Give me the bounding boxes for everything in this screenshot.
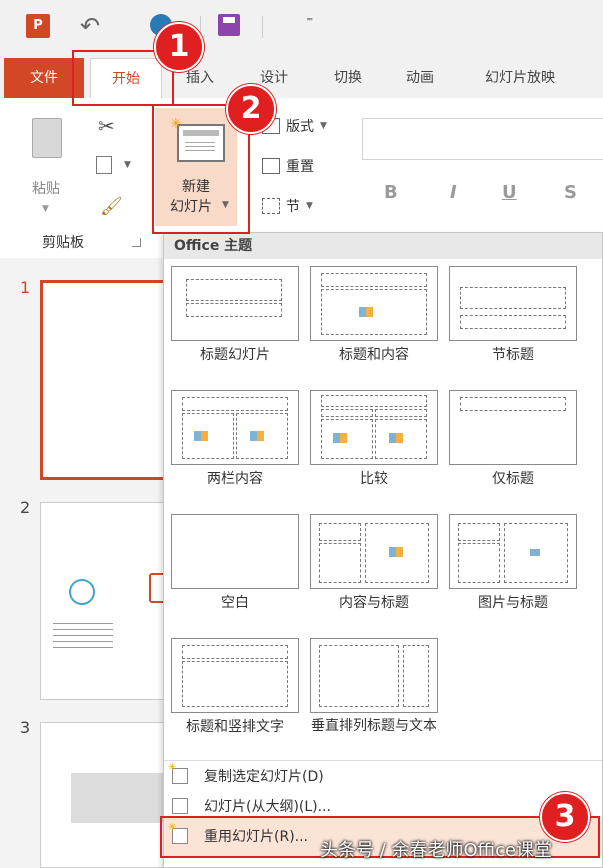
section-button[interactable]: 节 (286, 196, 300, 216)
customize-toolbar-icon[interactable]: ⁼ (306, 14, 313, 30)
format-painter-icon[interactable]: 🖌 (100, 196, 123, 217)
italic-button[interactable]: I (450, 182, 457, 203)
toolbar-divider (262, 16, 263, 38)
tab-slideshow[interactable]: 幻灯片放映 (470, 58, 570, 98)
underline-button[interactable]: U (502, 182, 517, 203)
slides-from-outline-icon (172, 798, 188, 814)
reset-icon[interactable] (262, 158, 280, 174)
layout-name: 标题和内容 (339, 347, 409, 363)
layout-thumbnail-title-only[interactable] (449, 390, 577, 465)
copy-icon[interactable] (96, 156, 112, 174)
layout-name: 仅标题 (492, 471, 534, 487)
layout-thumbnail-title-slide[interactable] (171, 266, 299, 341)
step-badge-1: 1 (154, 22, 204, 72)
layout-name: 比较 (360, 471, 388, 487)
layout-name: 内容与标题 (339, 595, 409, 611)
laptop-icon (69, 579, 95, 605)
undo-icon[interactable]: ↶ (80, 12, 100, 40)
slide-number: 2 (20, 498, 31, 517)
menu-divider (164, 760, 602, 761)
clipboard-group-label: 剪贴板 (42, 235, 84, 251)
gallery-header: Office 主题 (164, 233, 602, 259)
section-icon[interactable] (262, 198, 280, 214)
bold-button[interactable]: B (384, 182, 398, 203)
tab-transitions[interactable]: 切换 (320, 58, 376, 98)
dialog-launcher-icon[interactable] (132, 238, 141, 247)
chevron-down-icon[interactable]: ▼ (306, 201, 313, 211)
chevron-down-icon[interactable]: ▼ (124, 160, 131, 170)
layout-thumbnail-vertical-title-text[interactable] (310, 638, 438, 713)
layout-thumbnail-content-caption[interactable] (310, 514, 438, 589)
cut-icon[interactable]: ✂ (98, 114, 115, 138)
step-badge-2: 2 (226, 84, 276, 134)
font-name-input[interactable] (362, 118, 603, 160)
layout-name: 标题幻灯片 (200, 347, 270, 363)
slide-number: 1 (20, 278, 31, 297)
layout-name: 空白 (221, 595, 249, 611)
layout-button[interactable]: 版式 (286, 116, 314, 136)
powerpoint-icon: P (26, 14, 50, 38)
duplicate-slides-menu-item[interactable]: 复制选定幻灯片(D) (204, 766, 324, 786)
step-badge-3: 3 (540, 792, 590, 842)
layout-name: 垂直排列标题与文本 (311, 718, 437, 734)
layout-name: 图片与标题 (478, 595, 548, 611)
shadow-button[interactable]: S (564, 182, 577, 203)
sparkle-icon: ✳ (168, 762, 177, 773)
layout-thumbnail-picture-caption[interactable] (449, 514, 577, 589)
save-icon[interactable] (218, 14, 240, 36)
layout-thumbnail-title-content[interactable] (310, 266, 438, 341)
slide-thumbnail[interactable] (40, 502, 180, 700)
layout-name: 节标题 (492, 347, 534, 363)
layout-name: 两栏内容 (207, 471, 263, 487)
reset-button[interactable]: 重置 (286, 156, 314, 176)
layout-thumbnail-title-vertical-text[interactable] (171, 638, 299, 713)
paste-label[interactable]: 粘贴 (32, 178, 60, 198)
chevron-down-icon[interactable]: ▼ (42, 204, 49, 214)
layout-thumbnail-comparison[interactable] (310, 390, 438, 465)
layout-thumbnail-section-header[interactable] (449, 266, 577, 341)
thumbnail-image (71, 773, 171, 823)
layout-thumbnail-two-content[interactable] (171, 390, 299, 465)
watermark: 头条号 / 余春老师Office课堂 (320, 840, 553, 861)
slide-thumbnail[interactable] (40, 280, 180, 480)
slide-number: 3 (20, 718, 31, 737)
layout-name: 标题和竖排文字 (186, 719, 284, 735)
thumbnail-text (53, 623, 113, 649)
slide-thumbnail[interactable] (40, 722, 180, 868)
tab-animations[interactable]: 动画 (392, 58, 448, 98)
chevron-down-icon[interactable]: ▼ (320, 121, 327, 131)
paste-icon[interactable] (32, 118, 62, 158)
layout-thumbnail-blank[interactable] (171, 514, 299, 589)
slides-from-outline-menu-item[interactable]: 幻灯片(从大纲)(L)... (204, 796, 331, 816)
